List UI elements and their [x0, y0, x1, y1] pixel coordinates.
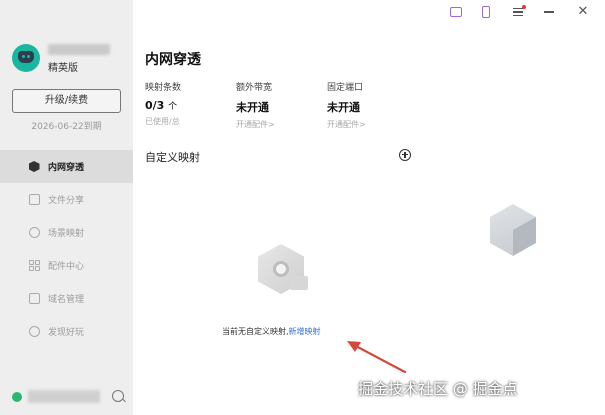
watermark: 掘金技术社区 @ 掘金点: [358, 380, 518, 398]
